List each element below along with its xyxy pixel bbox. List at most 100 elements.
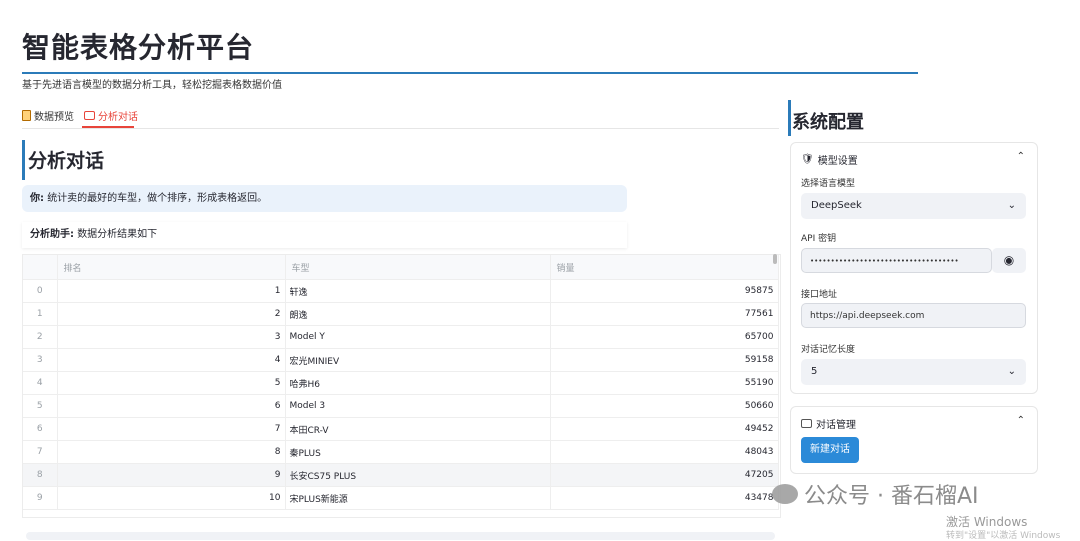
- assistant-message: 分析助手: 数据分析结果如下: [22, 222, 627, 248]
- table-row[interactable]: 8 9 长安CS75 PLUS 47205: [23, 463, 779, 487]
- table-cell-model[interactable]: 宋PLUS新能源: [285, 486, 551, 510]
- model-settings-header-label: 模型设置: [817, 156, 858, 167]
- table-cell-index[interactable]: 7: [23, 440, 58, 464]
- table-cell-sales[interactable]: 59158: [550, 348, 779, 372]
- watermark: 公众号 · 番石榴AI: [772, 478, 979, 510]
- table-cell-rank[interactable]: 2: [57, 302, 286, 326]
- table-cell-sales[interactable]: 47205: [550, 463, 779, 487]
- table-cell-index[interactable]: 6: [23, 417, 58, 441]
- memory-length-select[interactable]: 5 ⌄: [801, 359, 1026, 385]
- chevron-up-icon[interactable]: ⌃: [1017, 151, 1025, 162]
- table-cell-rank[interactable]: 3: [57, 325, 286, 349]
- chat-management-header-label: 对话管理: [816, 420, 856, 431]
- assistant-label: 分析助手:: [30, 229, 74, 240]
- endpoint-input[interactable]: https://api.deepseek.com: [801, 303, 1026, 328]
- table-cell-index[interactable]: 9: [23, 486, 58, 510]
- result-table[interactable]: 排名 车型 销量 0 1 轩逸 95875 1 2 朗逸 77561 2 3 Model Y 6570…: [22, 254, 781, 518]
- table-cell-model[interactable]: Model Y: [285, 325, 551, 349]
- table-cell-model[interactable]: 长安CS75 PLUS: [285, 463, 551, 487]
- tab-data-preview[interactable]: 数据预览: [22, 108, 74, 123]
- table-cell-model[interactable]: 轩逸: [285, 279, 551, 303]
- model-select[interactable]: DeepSeek ⌄: [801, 193, 1026, 219]
- tab-data-preview-label: 数据预览: [34, 112, 74, 123]
- section-title: 分析对话: [28, 150, 105, 172]
- table-cell-sales[interactable]: 55190: [550, 371, 779, 395]
- api-key-input[interactable]: ••••••••••••••••••••••••••••••••••••: [801, 248, 992, 273]
- table-cell-rank[interactable]: 1: [57, 279, 286, 303]
- memory-length-label: 对话记忆长度: [801, 345, 856, 355]
- table-cell-sales[interactable]: 50660: [550, 394, 779, 418]
- eye-icon[interactable]: ◉: [992, 248, 1026, 273]
- table-cell-index[interactable]: 0: [23, 279, 58, 303]
- sidebar-accent: [788, 100, 791, 136]
- table-cell-index[interactable]: 1: [23, 302, 58, 326]
- table-scrollbar[interactable]: [773, 254, 777, 264]
- chevron-up-icon[interactable]: ⌃: [1017, 415, 1025, 426]
- table-cell-rank[interactable]: 4: [57, 348, 286, 372]
- table-cell-index[interactable]: 2: [23, 325, 58, 349]
- table-cell-index[interactable]: 5: [23, 394, 58, 418]
- shield-icon: 🛡: [801, 154, 814, 165]
- table-row[interactable]: 1 2 朗逸 77561: [23, 302, 779, 326]
- new-chat-button[interactable]: 新建对话: [801, 437, 859, 463]
- column-header-model[interactable]: 车型: [285, 255, 551, 280]
- table-row[interactable]: 3 4 宏光MINIEV 59158: [23, 348, 779, 372]
- table-cell-model[interactable]: 秦PLUS: [285, 440, 551, 464]
- model-select-value: DeepSeek: [811, 200, 862, 211]
- table-row[interactable]: 5 6 Model 3 50660: [23, 394, 779, 418]
- table-cell-index[interactable]: 4: [23, 371, 58, 395]
- table-cell-rank[interactable]: 10: [57, 486, 286, 510]
- chat-management-panel: 对话管理 ⌃ 新建对话: [790, 406, 1038, 474]
- table-cell-model[interactable]: Model 3: [285, 394, 551, 418]
- table-row[interactable]: 9 10 宋PLUS新能源 43478: [23, 486, 779, 510]
- page-title: 智能表格分析平台: [22, 31, 255, 64]
- table-cell-sales[interactable]: 48043: [550, 440, 779, 464]
- table-cell-sales[interactable]: 77561: [550, 302, 779, 326]
- column-header-rank[interactable]: 排名: [57, 255, 286, 280]
- table-cell-index[interactable]: 3: [23, 348, 58, 372]
- table-cell-sales[interactable]: 49452: [550, 417, 779, 441]
- watermark-text: 公众号 · 番石榴AI: [804, 484, 979, 509]
- chevron-down-icon: ⌄: [1007, 366, 1016, 377]
- tab-bar: 数据预览 分析对话: [22, 104, 779, 129]
- windows-activation-subtext: 转到"设置"以激活 Windows: [946, 531, 1061, 541]
- tab-analysis-chat[interactable]: 分析对话: [84, 108, 138, 123]
- table-row[interactable]: 2 3 Model Y 65700: [23, 325, 779, 349]
- table-row[interactable]: 0 1 轩逸 95875: [23, 279, 779, 303]
- table-cell-model[interactable]: 哈弗H6: [285, 371, 551, 395]
- chat-input-bar[interactable]: [26, 532, 775, 540]
- table-cell-sales[interactable]: 65700: [550, 325, 779, 349]
- column-header-sales[interactable]: 销量: [550, 255, 779, 280]
- api-key-value: ••••••••••••••••••••••••••••••••••••: [810, 257, 959, 265]
- table-header-row: 排名 车型 销量: [23, 255, 779, 280]
- endpoint-value: https://api.deepseek.com: [810, 311, 925, 321]
- table-cell-model[interactable]: 朗逸: [285, 302, 551, 326]
- model-settings-panel: 🛡 模型设置 ⌃ 选择语言模型 DeepSeek ⌄ API 密钥 ••••••…: [790, 142, 1038, 394]
- table-cell-index[interactable]: 8: [23, 463, 58, 487]
- table-cell-sales[interactable]: 43478: [550, 486, 779, 510]
- table-cell-model[interactable]: 宏光MINIEV: [285, 348, 551, 372]
- table-row[interactable]: 7 8 秦PLUS 48043: [23, 440, 779, 464]
- table-row[interactable]: 6 7 本田CR-V 49452: [23, 417, 779, 441]
- user-label: 你:: [30, 193, 44, 204]
- table-cell-rank[interactable]: 9: [57, 463, 286, 487]
- table-cell-rank[interactable]: 7: [57, 417, 286, 441]
- section-accent: [22, 140, 25, 180]
- model-settings-header[interactable]: 🛡 模型设置: [801, 152, 858, 167]
- title-divider: [22, 72, 918, 74]
- chat-management-header[interactable]: 对话管理: [801, 416, 856, 431]
- table-row[interactable]: 4 5 哈弗H6 55190: [23, 371, 779, 395]
- model-select-label: 选择语言模型: [801, 179, 856, 189]
- api-key-label: API 密钥: [801, 234, 837, 244]
- table-cell-sales[interactable]: 95875: [550, 279, 779, 303]
- table-cell-rank[interactable]: 8: [57, 440, 286, 464]
- table-cell-model[interactable]: 本田CR-V: [285, 417, 551, 441]
- table-cell-rank[interactable]: 6: [57, 394, 286, 418]
- user-message-text: 统计卖的最好的车型，做个排序，形成表格返回。: [47, 193, 268, 204]
- tab-analysis-chat-label: 分析对话: [98, 112, 138, 123]
- table-cell-rank[interactable]: 5: [57, 371, 286, 395]
- active-tab-indicator: [82, 126, 134, 128]
- chat-icon: [84, 111, 95, 120]
- chevron-down-icon: ⌄: [1007, 200, 1016, 211]
- column-header-index[interactable]: [23, 255, 58, 280]
